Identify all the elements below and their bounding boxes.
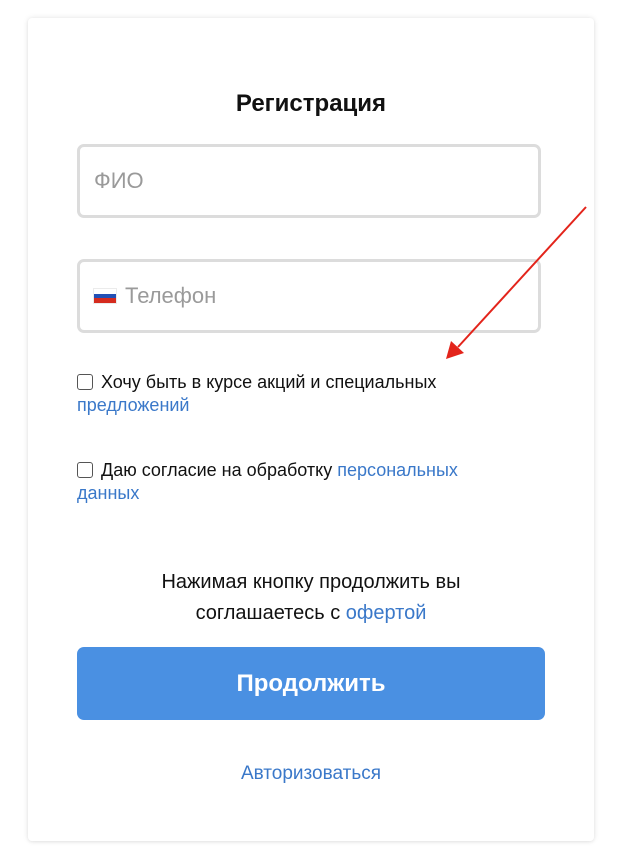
page-title: Регистрация [235, 90, 387, 117]
promo-consent-option: Хочу быть в курсе акций и специальных пр… [77, 371, 517, 417]
phone-input[interactable] [125, 283, 538, 309]
personal-data-consent-option: Даю согласие на обработку персональных д… [77, 459, 517, 505]
offer-notice-line2: соглашаетесь с офертой [28, 598, 594, 629]
registration-card: Регистрация Хочу быть в курсе акций и сп… [28, 18, 594, 841]
personal-data-label: Даю согласие на обработку [101, 460, 333, 480]
promo-label: Хочу быть в курсе акций и специальных [101, 372, 437, 392]
phone-field[interactable] [77, 259, 541, 333]
promo-checkbox[interactable] [77, 374, 93, 390]
offer-notice: Нажимая кнопку продолжить вы соглашаетес… [28, 567, 594, 629]
login-link[interactable]: Авторизоваться [28, 763, 594, 785]
offer-notice-line1: Нажимая кнопку продолжить вы [161, 571, 461, 593]
promo-offers-link[interactable]: предложений [77, 395, 190, 415]
russia-flag-icon[interactable] [94, 289, 116, 304]
offer-link[interactable]: офертой [346, 602, 427, 624]
name-input[interactable] [94, 168, 538, 194]
name-field[interactable] [77, 144, 541, 218]
personal-data-checkbox[interactable] [77, 462, 93, 478]
page: Регистрация Хочу быть в курсе акций и сп… [0, 0, 637, 856]
offer-notice-text: соглашаетесь с [195, 602, 341, 624]
continue-button[interactable]: Продолжить [77, 647, 545, 720]
